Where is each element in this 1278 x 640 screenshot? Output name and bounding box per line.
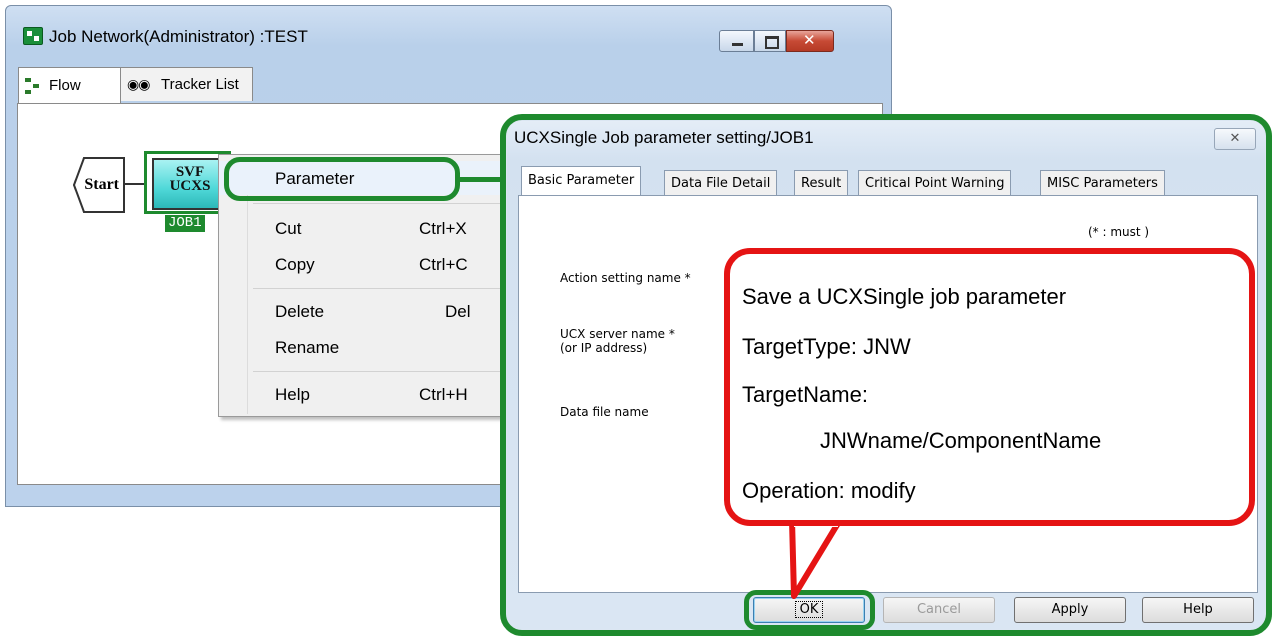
tab-data-file-detail[interactable]: Data File Detail — [664, 170, 778, 196]
menu-item-label: Copy — [275, 255, 315, 274]
minimize-button[interactable] — [719, 30, 754, 52]
menu-item-help[interactable]: Help Ctrl+H — [219, 377, 509, 411]
callout-line-5: Operation: modify — [742, 478, 916, 503]
callout-line-3: TargetName: — [742, 382, 868, 407]
tab-misc-parameters[interactable]: MISC Parameters — [1040, 170, 1165, 196]
menu-item-label: Delete — [275, 302, 325, 321]
ucx-server-name-sublabel: (or IP address) — [560, 341, 648, 355]
menu-item-label: Cut — [275, 219, 302, 238]
start-node-outline — [73, 157, 125, 213]
callout-line-2: TargetType: JNW — [742, 334, 911, 359]
title-bar[interactable]: Job Network(Administrator) :TEST — [6, 6, 891, 62]
annotation-callout: Save a UCXSingle job parameter TargetTyp… — [724, 248, 1255, 526]
menu-item-label: Help — [275, 385, 310, 404]
app-icon — [23, 27, 43, 45]
menu-item-shortcut: Ctrl+H — [419, 385, 468, 404]
menu-item-shortcut: Del — [445, 302, 471, 321]
help-button[interactable]: Help — [1142, 597, 1254, 623]
callout-line-1: Save a UCXSingle job parameter — [742, 284, 1067, 309]
callout-tail — [789, 520, 843, 599]
close-button[interactable] — [786, 30, 834, 52]
tab-flow[interactable]: Flow — [18, 67, 121, 103]
job-node-icon[interactable]: SVF UCXS — [152, 158, 228, 210]
job-name-label[interactable]: JOB1 — [165, 215, 205, 232]
menu-item-shortcut: Ctrl+C — [419, 255, 468, 274]
menu-separator — [253, 288, 505, 289]
tab-basic-parameter[interactable]: Basic Parameter — [521, 166, 642, 196]
job-icon-line2: UCXS — [169, 178, 211, 194]
cancel-button[interactable]: Cancel — [883, 597, 995, 623]
tab-critical-point-warning[interactable]: Critical Point Warning — [858, 170, 1012, 196]
menu-item-copy[interactable]: Copy Ctrl+C — [219, 247, 509, 281]
callout-line-4: JNWname/ComponentName — [820, 428, 1102, 453]
apply-button[interactable]: Apply — [1014, 597, 1126, 623]
menu-item-label: Rename — [275, 338, 340, 357]
must-note: (* : must ) — [1088, 225, 1150, 239]
dialog-title: UCXSingle Job parameter setting/JOB1 — [514, 128, 814, 147]
tab-result[interactable]: Result — [794, 170, 849, 196]
menu-item-shortcut: Ctrl+X — [419, 219, 467, 238]
flow-connector — [123, 183, 146, 185]
window-title: Job Network(Administrator) :TEST — [49, 27, 308, 46]
dialog-close-icon[interactable]: ✕ — [1214, 128, 1256, 150]
menu-item-cut[interactable]: Cut Ctrl+X — [219, 211, 509, 245]
action-setting-name-label: Action setting name * — [560, 271, 691, 285]
data-file-name-label: Data file name — [560, 405, 649, 419]
menu-item-rename[interactable]: Rename — [219, 330, 509, 364]
tab-tracker-list[interactable]: ◉◉ Tracker List — [120, 67, 253, 101]
tab-flow-label: Flow — [49, 77, 81, 94]
parameter-highlight-ring — [224, 157, 460, 201]
tracker-icon: ◉◉ — [127, 76, 150, 93]
menu-separator — [253, 371, 505, 372]
job-icon-line1: SVF — [175, 164, 205, 180]
menu-separator — [253, 203, 505, 204]
highlight-connector-line — [458, 177, 504, 182]
menu-item-delete[interactable]: Delete Del — [219, 294, 509, 328]
flow-icon — [25, 77, 43, 94]
maximize-button[interactable] — [754, 30, 786, 52]
tab-tracker-list-label: Tracker List — [161, 76, 239, 93]
ucx-server-name-label: UCX server name * — [560, 327, 675, 341]
